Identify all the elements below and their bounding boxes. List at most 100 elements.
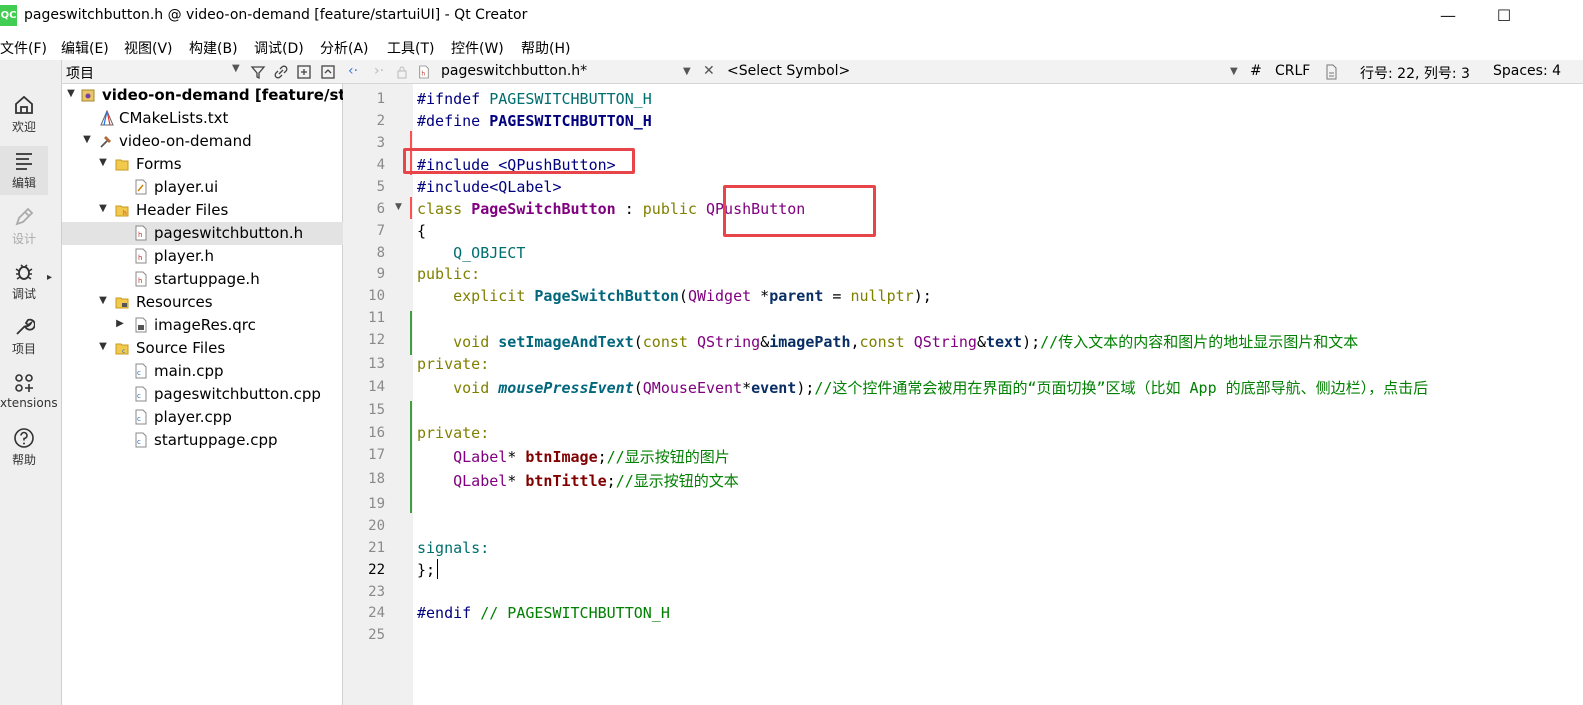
code-line-18[interactable]: QLabel* btnTittle;//显示按钮的文本 xyxy=(417,470,739,491)
folder-lock-icon xyxy=(115,297,129,309)
mode-design[interactable]: 设计 xyxy=(0,206,48,247)
menu-bar: 文件(F) 编辑(E) 视图(V) 构建(B) 调试(D) 分析(A) 工具(T… xyxy=(0,34,1583,60)
code-token: * xyxy=(751,287,770,305)
tree-item-pageswitchbutton-h[interactable]: h pageswitchbutton.h xyxy=(62,222,343,245)
code-line-10[interactable]: explicit PageSwitchButton(QWidget *paren… xyxy=(417,287,932,305)
tree-item-source-files[interactable]: ▼ c Source Files xyxy=(62,337,343,360)
code-line-1[interactable]: #ifndef PAGESWITCHBUTTON_H xyxy=(417,90,652,108)
title-bar: QC pageswitchbutton.h @ video-on-demand … xyxy=(0,0,1583,32)
line-ending-button[interactable]: CRLF xyxy=(1275,63,1310,79)
code-token: nullptr xyxy=(850,287,914,305)
tree-item-project-root[interactable]: ▼ video-on-demand [feature/startuiUI] xyxy=(62,84,411,107)
code-line-21[interactable]: signals: xyxy=(417,539,489,557)
tree-item-label: Resources xyxy=(136,293,213,311)
lock-icon[interactable] xyxy=(396,65,408,79)
chevron-down-icon[interactable]: ▼ xyxy=(97,341,109,352)
back-icon[interactable]: ‹· xyxy=(348,63,358,79)
code-line-14[interactable]: void mousePressEvent(QMouseEvent*event);… xyxy=(417,377,1583,398)
menu-analyze[interactable]: 分析(A) xyxy=(320,38,369,58)
chevron-down-icon[interactable]: ▼ xyxy=(65,88,77,99)
tree-item-forms[interactable]: ▼ Forms xyxy=(62,153,343,176)
symbol-combo[interactable]: <Select Symbol> xyxy=(727,63,850,79)
hash-button[interactable]: # xyxy=(1250,63,1262,79)
tree-item-player-ui[interactable]: player.ui xyxy=(62,176,343,199)
code-line-12[interactable]: void setImageAndText(const QString&image… xyxy=(417,331,1358,352)
chevron-down-icon[interactable]: ▼ xyxy=(97,295,109,306)
code-token: PageSwitchButton xyxy=(471,200,616,218)
tree-item-main-cpp[interactable]: c main.cpp xyxy=(62,360,343,383)
tree-item-startuppage-h[interactable]: h startuppage.h xyxy=(62,268,343,291)
menu-tools[interactable]: 工具(T) xyxy=(387,38,434,58)
debug-expand-icon[interactable]: ▸ xyxy=(47,272,52,283)
mode-extensions[interactable]: xtensions xyxy=(0,372,58,410)
split-icon[interactable] xyxy=(296,64,312,80)
code-comment: //传入文本的内容和图片的地址显示图片和文本 xyxy=(1040,333,1359,351)
menu-build[interactable]: 构建(B) xyxy=(189,38,238,58)
code-line-8[interactable]: Q_OBJECT xyxy=(417,244,525,262)
code-line-13[interactable]: private: xyxy=(417,355,489,373)
chevron-down-icon[interactable]: ▼ xyxy=(97,157,109,168)
open-documents-combo[interactable]: pageswitchbutton.h* xyxy=(441,63,587,79)
tree-item-pageswitchbutton-cpp[interactable]: c pageswitchbutton.cpp xyxy=(62,383,343,406)
line-number: 8 xyxy=(376,245,385,261)
chevron-down-icon[interactable]: ▼ xyxy=(97,203,109,214)
chevron-down-icon[interactable]: ▼ xyxy=(1230,66,1238,77)
tree-item-player-cpp[interactable]: c player.cpp xyxy=(62,406,343,429)
tree-item-target[interactable]: ▼ video-on-demand xyxy=(62,130,343,153)
code-line-5[interactable]: #include<QLabel> xyxy=(417,178,562,196)
minimize-button[interactable]: — xyxy=(1425,0,1471,32)
menu-edit[interactable]: 编辑(E) xyxy=(61,38,109,58)
chevron-down-icon[interactable]: ▼ xyxy=(81,134,93,145)
close-pane-icon[interactable] xyxy=(320,64,336,80)
svg-text:h: h xyxy=(138,231,142,239)
svg-text:h: h xyxy=(421,70,425,77)
code-token: event xyxy=(751,379,797,397)
tree-item-resources[interactable]: ▼ Resources xyxy=(62,291,343,314)
fold-marker-icon[interactable]: ▼ xyxy=(395,202,402,212)
maximize-button[interactable]: ☐ xyxy=(1481,0,1527,32)
forward-icon[interactable]: ›· xyxy=(374,63,384,79)
wrench-icon xyxy=(16,318,35,335)
tree-item-header-files[interactable]: ▼ h Header Files xyxy=(62,199,343,222)
link-icon[interactable] xyxy=(273,64,289,80)
chevron-down-icon[interactable]: ▼ xyxy=(232,63,240,74)
extensions-icon xyxy=(15,374,33,392)
code-line-22[interactable]: }; xyxy=(417,561,435,579)
tree-item-imageres-qrc[interactable]: ▶ imageRes.qrc xyxy=(62,314,343,337)
cursor-position[interactable]: 行号: 22, 列号: 3 xyxy=(1360,63,1470,83)
mode-projects[interactable]: 项目 xyxy=(0,316,48,357)
menu-view[interactable]: 视图(V) xyxy=(124,38,173,58)
code-line-17[interactable]: QLabel* btnImage;//显示按钮的图片 xyxy=(417,446,730,467)
project-view-combo[interactable]: 项目 xyxy=(66,63,94,83)
code-line-9[interactable]: public: xyxy=(417,265,480,283)
cmake-project-icon xyxy=(81,89,95,102)
code-line-2[interactable]: #define PAGESWITCHBUTTON_H xyxy=(417,112,652,130)
mode-help[interactable]: 帮助 xyxy=(0,427,48,468)
bug-icon xyxy=(15,264,33,280)
chevron-right-icon[interactable]: ▶ xyxy=(114,318,126,329)
filter-icon[interactable] xyxy=(250,64,266,80)
line-number: 15 xyxy=(368,402,385,418)
menu-file[interactable]: 文件(F) xyxy=(0,38,47,58)
code-line-24[interactable]: #endif // PAGESWITCHBUTTON_H xyxy=(417,604,670,622)
mode-welcome[interactable]: 欢迎 xyxy=(0,94,48,135)
menu-debug[interactable]: 调试(D) xyxy=(254,38,304,58)
chevron-down-icon[interactable]: ▼ xyxy=(683,66,691,77)
change-marker xyxy=(410,197,412,219)
tree-item-player-h[interactable]: h player.h xyxy=(62,245,343,268)
tree-item-label: startuppage.cpp xyxy=(154,431,278,449)
close-document-icon[interactable]: ✕ xyxy=(703,63,715,79)
encoding-icon[interactable] xyxy=(1325,64,1338,80)
svg-text:c: c xyxy=(137,369,141,377)
menu-widget[interactable]: 控件(W) xyxy=(451,38,504,58)
line-number: 17 xyxy=(368,447,385,463)
tree-item-startuppage-cpp[interactable]: c startuppage.cpp xyxy=(62,429,343,452)
mode-edit[interactable]: 编辑 xyxy=(0,146,48,195)
code-line-7[interactable]: { xyxy=(417,222,426,240)
menu-help[interactable]: 帮助(H) xyxy=(521,38,570,58)
code-token: & xyxy=(976,333,986,351)
mode-debug[interactable]: 调试 xyxy=(0,261,48,302)
tree-item-cmakelists[interactable]: CMakeLists.txt xyxy=(62,107,343,130)
code-line-16[interactable]: private: xyxy=(417,424,489,442)
indent-settings[interactable]: Spaces: 4 xyxy=(1493,63,1561,79)
